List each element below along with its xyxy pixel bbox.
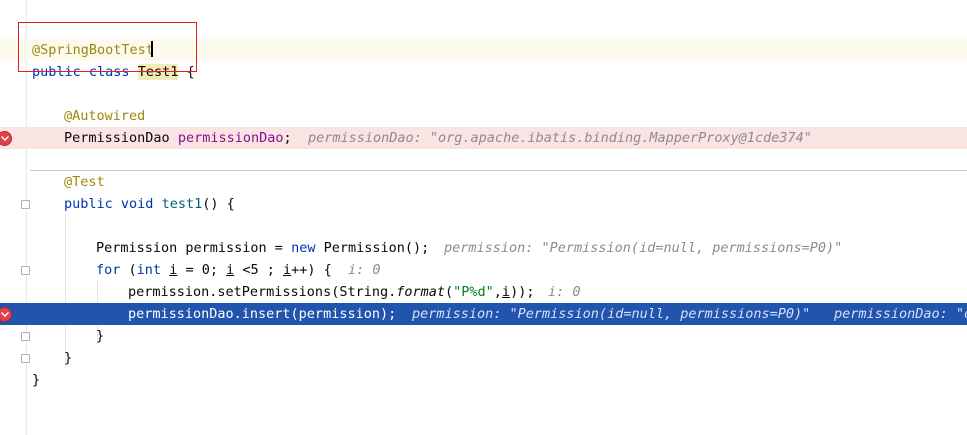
highlight-box bbox=[18, 22, 197, 72]
code-text: <5 ; bbox=[234, 262, 284, 278]
field-name: permissionDao bbox=[177, 130, 284, 146]
annotation-test: @Test bbox=[64, 174, 105, 190]
fold-toggle-icon[interactable] bbox=[21, 354, 30, 363]
loop-variable: i bbox=[283, 262, 292, 278]
keyword-for: for bbox=[96, 262, 121, 278]
string-literal: "P%d" bbox=[453, 284, 494, 300]
code-line-13[interactable]: permission.setPermissions(String.format(… bbox=[0, 281, 967, 303]
keyword-void: void bbox=[120, 196, 154, 212]
annotation-autowired: @Autowired bbox=[64, 108, 146, 124]
inline-debug-value: i: 0 bbox=[548, 284, 581, 300]
code-text: permission.setPermissions(String. bbox=[128, 284, 397, 300]
close-brace: } bbox=[64, 350, 73, 366]
inline-debug-value: i: 0 bbox=[348, 262, 381, 278]
statement-new-permission: Permission permission = new Permission()… bbox=[96, 237, 429, 259]
breakpoint-icon[interactable] bbox=[0, 307, 12, 322]
keyword-new: new bbox=[291, 240, 316, 256]
code-line-6[interactable]: PermissionDao permissionDao; permissionD… bbox=[0, 127, 967, 149]
method-name: test1 bbox=[161, 196, 203, 212]
code-text: ++) { bbox=[291, 262, 332, 278]
close-brace: } bbox=[96, 328, 105, 344]
fold-toggle-icon[interactable] bbox=[21, 266, 30, 275]
code-line-16[interactable]: } bbox=[0, 347, 967, 369]
inline-debug-value: permission: "Permission(id=null, permiss… bbox=[412, 306, 811, 322]
inline-debug-value: permissionDao: "org.apache.ibatis.bindin… bbox=[308, 130, 812, 146]
code-text: Permission(); bbox=[315, 240, 430, 256]
code-text: )); bbox=[510, 284, 535, 300]
code-line-9[interactable]: public void test1() { bbox=[0, 193, 967, 215]
code-text: = 0; bbox=[177, 262, 227, 278]
statement-set-permissions: permission.setPermissions(String.format(… bbox=[128, 281, 534, 303]
code-line-14-execution-point[interactable]: permissionDao.insert(permission); permis… bbox=[0, 303, 967, 325]
method-format: format bbox=[396, 284, 445, 300]
semicolon: ; bbox=[283, 130, 292, 146]
keyword-public: public bbox=[64, 196, 113, 212]
statement-insert: permissionDao.insert(permission); bbox=[128, 306, 397, 322]
code-line-17[interactable]: } bbox=[0, 369, 967, 391]
code-line-11[interactable]: Permission permission = new Permission()… bbox=[0, 237, 967, 259]
code-text: , bbox=[493, 284, 502, 300]
close-brace: } bbox=[32, 372, 41, 388]
code-line-8[interactable]: @Test bbox=[0, 171, 967, 193]
inline-debug-value: permissionDao: "o bbox=[834, 306, 967, 322]
code-line-5[interactable]: @Autowired bbox=[0, 105, 967, 127]
code-text: ( bbox=[120, 262, 137, 278]
code-line-15[interactable]: } bbox=[0, 325, 967, 347]
for-loop-header: for (int i = 0; i <5 ; i++) { bbox=[96, 259, 332, 281]
method-params: () { bbox=[202, 196, 235, 212]
fold-toggle-icon[interactable] bbox=[21, 200, 30, 209]
type-name: PermissionDao bbox=[64, 130, 170, 146]
code-text: ( bbox=[445, 284, 454, 300]
method-declaration: public void test1() { bbox=[64, 193, 235, 215]
code-text: Permission permission = bbox=[96, 240, 292, 256]
fold-toggle-icon[interactable] bbox=[21, 332, 30, 341]
inline-debug-value: permission: "Permission(id=null, permiss… bbox=[444, 240, 843, 256]
field-declaration: PermissionDao permissionDao; bbox=[64, 127, 292, 149]
keyword-int: int bbox=[136, 262, 162, 278]
code-line-12[interactable]: for (int i = 0; i <5 ; i++) { i: 0 bbox=[0, 259, 967, 281]
field-breakpoint-icon[interactable] bbox=[0, 131, 12, 146]
loop-variable: i bbox=[501, 284, 511, 300]
